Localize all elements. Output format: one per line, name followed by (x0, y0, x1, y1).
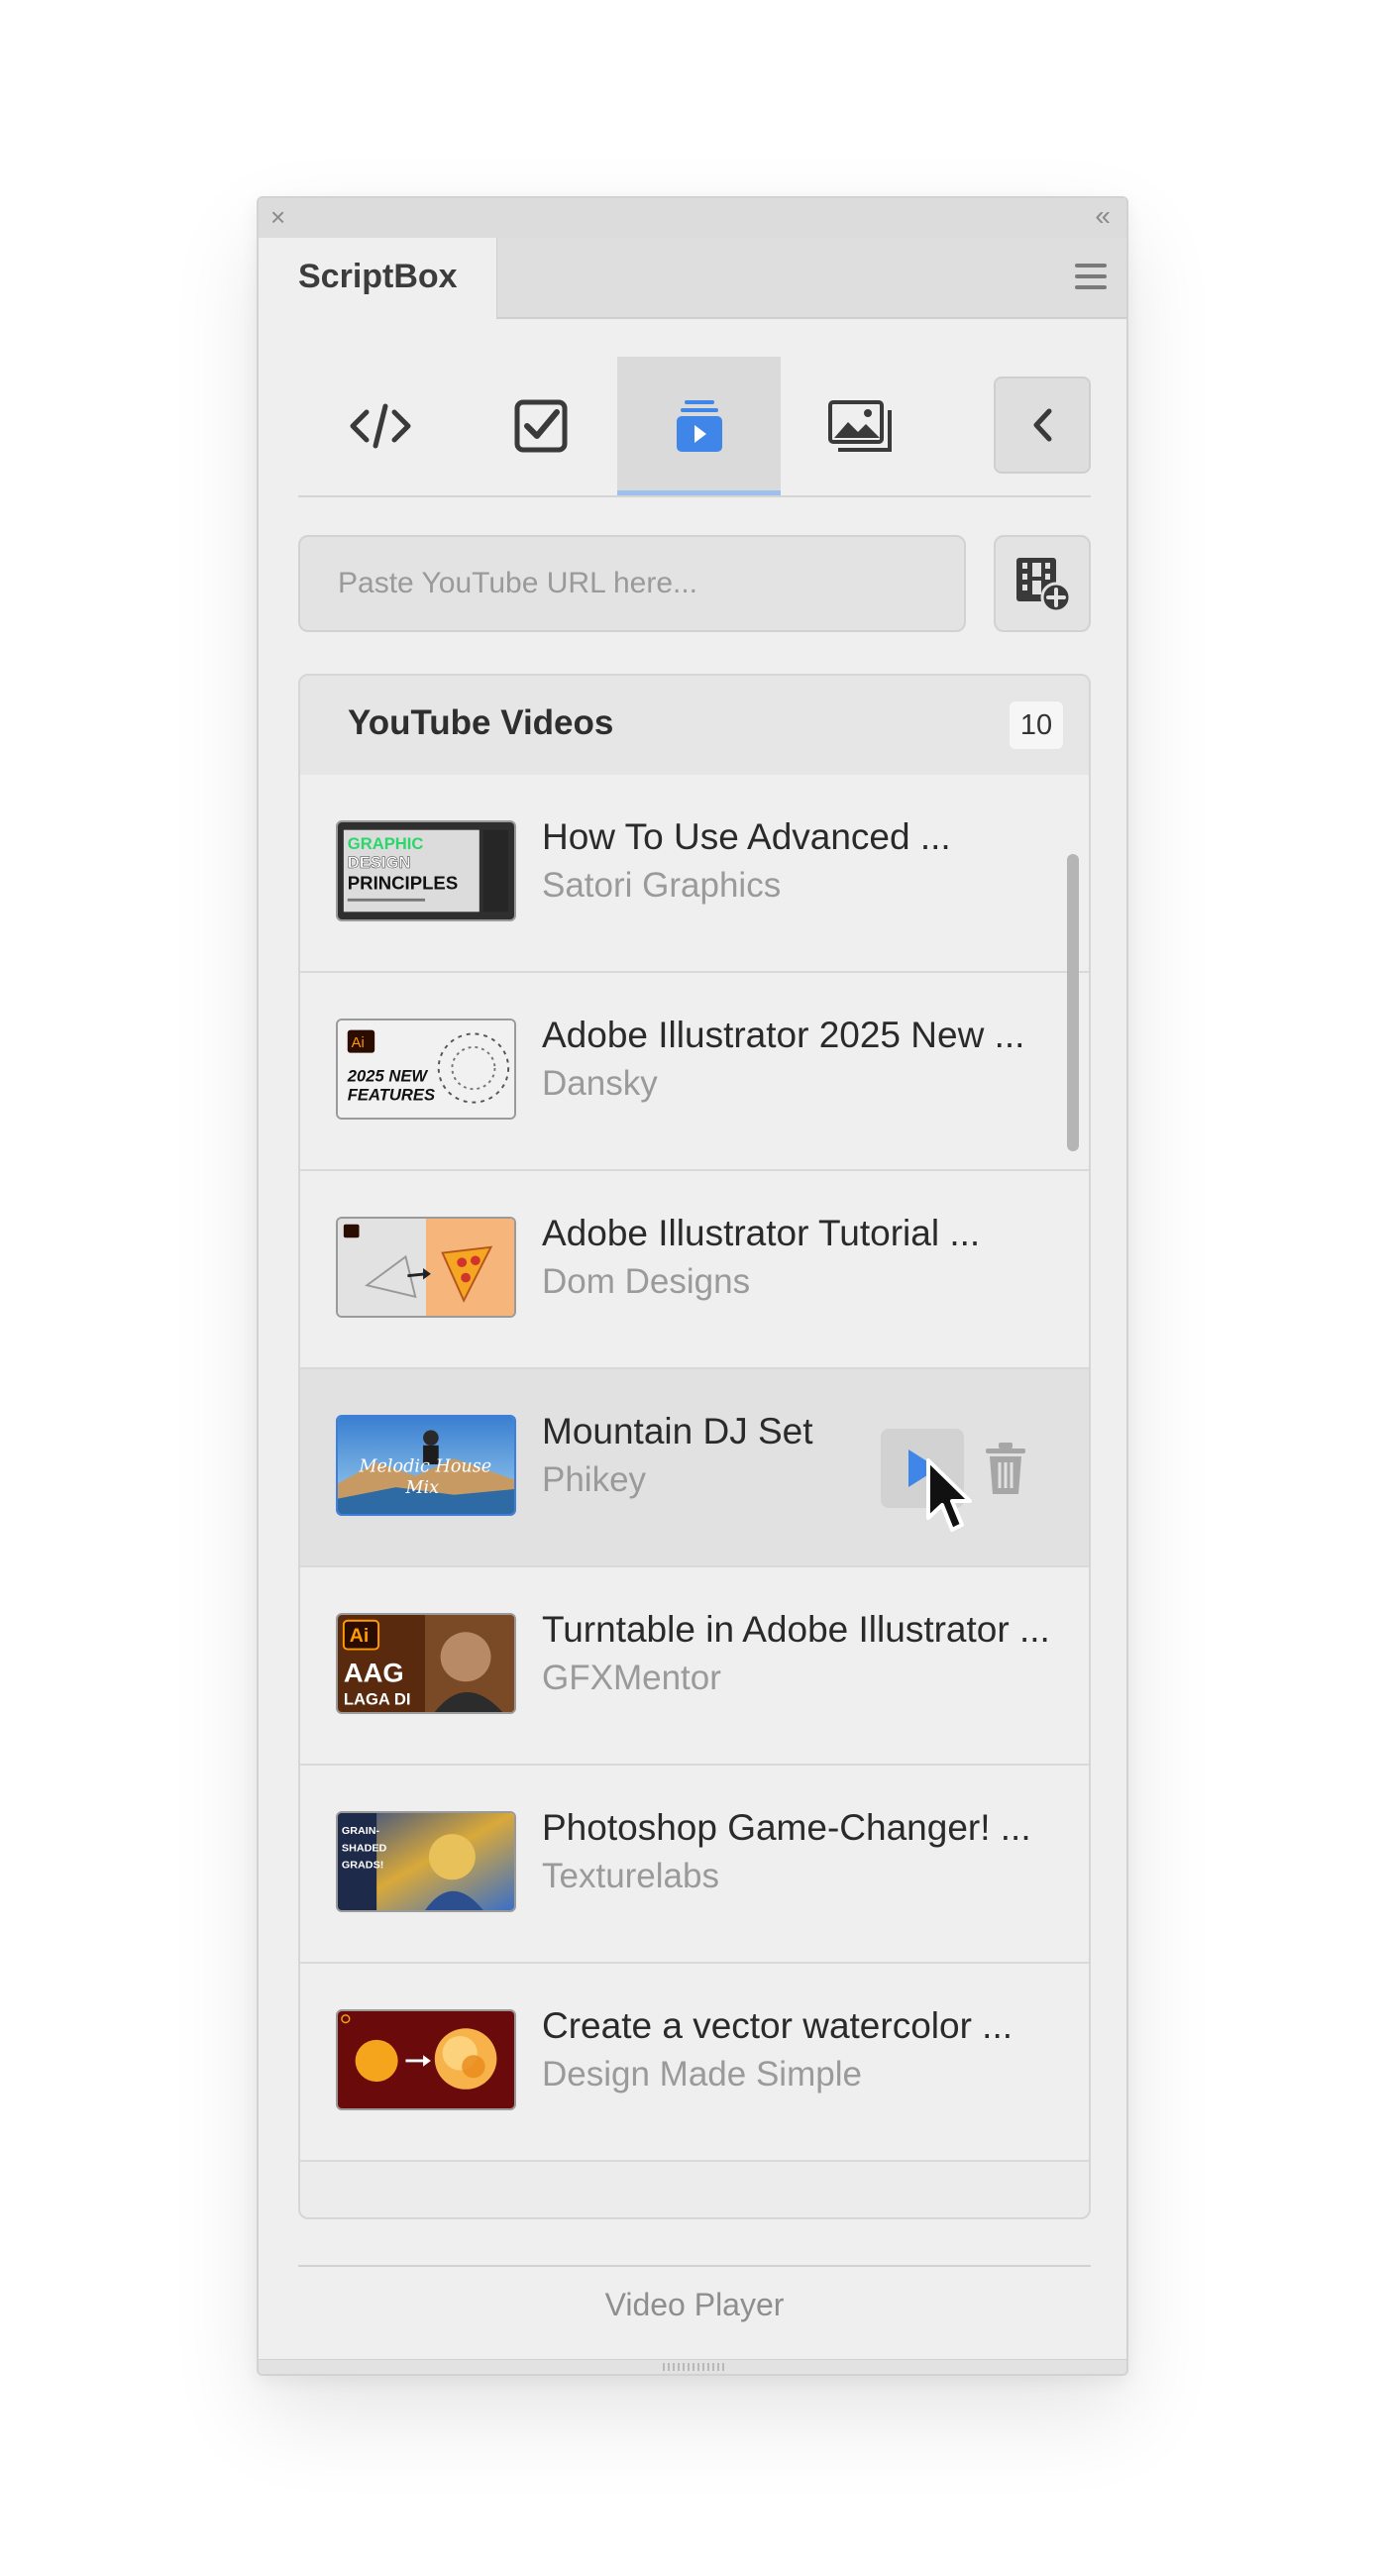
video-thumbnail: Melodic House Mix (336, 1415, 516, 1516)
svg-text:DESIGN: DESIGN (348, 854, 411, 872)
svg-text:AAG: AAG (344, 1657, 404, 1687)
tool-code[interactable] (298, 357, 462, 495)
svg-text:SHADED: SHADED (342, 1843, 387, 1855)
panel-tab-row: ScriptBox (259, 238, 1126, 319)
collapse-icon[interactable]: « (1095, 200, 1111, 232)
video-title: Create a vector watercolor ... (542, 2005, 1014, 2046)
add-video-button[interactable] (994, 535, 1091, 632)
svg-text:Melodic House: Melodic House (359, 1457, 492, 1477)
video-author: Dom Designs (542, 1262, 751, 1301)
svg-text:LAGA DI: LAGA DI (344, 1690, 411, 1708)
video-item[interactable]: Melodic House Mix Mountain DJ Set Phikey (300, 1369, 1089, 1567)
svg-text:Mix: Mix (404, 1478, 439, 1498)
video-item[interactable]: Ai AAG LAGA DI Turntable in Adobe Illust… (300, 1567, 1089, 1766)
youtube-url-input[interactable] (298, 535, 966, 632)
svg-text:Ai: Ai (350, 1625, 370, 1647)
tool-images[interactable] (778, 357, 941, 495)
video-title: How To Use Advanced ... (542, 816, 951, 857)
video-list-header: YouTube Videos 10 (300, 676, 1089, 775)
video-title: Photoshop Game-Changer! ... (542, 1807, 1031, 1848)
video-thumbnail: Ai 2025 NEW FEATURES (336, 1019, 516, 1120)
video-author: Design Made Simple (542, 2055, 862, 2093)
video-item[interactable]: Ai 2025 NEW FEATURES Adobe Illustrator 2… (300, 973, 1089, 1171)
video-player-label: Video Player (604, 2287, 785, 2322)
video-thumbnail: GRAIN- SHADED GRADS! (336, 1811, 516, 1912)
video-thumbnail (336, 2009, 516, 2110)
image-icon (827, 400, 892, 452)
svg-text:Ai: Ai (352, 1035, 365, 1051)
trash-icon (986, 1443, 1025, 1494)
svg-text:FEATURES: FEATURES (348, 1087, 435, 1105)
back-button[interactable] (994, 376, 1091, 474)
scriptbox-panel: × « ScriptBox Paste YouTube URL here... … (257, 196, 1128, 2376)
tool-videos[interactable] (617, 357, 781, 495)
video-author: Satori Graphics (542, 866, 782, 905)
tab-scriptbox-label: ScriptBox (298, 258, 458, 295)
video-count-badge: 10 (1010, 701, 1063, 749)
mode-toolbar (298, 357, 1091, 495)
video-thumbnail: Ai AAG LAGA DI (336, 1613, 516, 1714)
video-thumbnail: GRAPHIC DESIGN PRINCIPLES (336, 820, 516, 921)
svg-text:GRADS!: GRADS! (342, 1860, 383, 1872)
svg-text:2025 NEW: 2025 NEW (347, 1068, 429, 1086)
video-item[interactable]: Create a vector watercolor ... Design Ma… (300, 1964, 1089, 2162)
video-title: Adobe Illustrator 2025 New ... (542, 1015, 1025, 1055)
mouse-cursor-icon (926, 1458, 972, 1532)
video-item[interactable]: GRAPHIC DESIGN PRINCIPLES How To Use Adv… (300, 775, 1089, 973)
checkbox-icon (514, 399, 567, 453)
toolbar-divider (298, 495, 1091, 497)
video-title: Mountain DJ Set (542, 1411, 813, 1451)
tab-scriptbox[interactable]: ScriptBox (259, 238, 497, 319)
chevron-left-icon (1033, 408, 1052, 442)
video-list: YouTube Videos 10 GRAPHIC DESIGN PRINCIP… (298, 674, 1091, 2219)
video-author: Phikey (542, 1460, 647, 1499)
video-author: Dansky (542, 1064, 658, 1103)
svg-text:GRAIN-: GRAIN- (342, 1825, 380, 1837)
list-scrollbar[interactable] (1067, 854, 1079, 1151)
video-title: Turntable in Adobe Illustrator ... (542, 1609, 1050, 1650)
menu-icon[interactable] (1075, 264, 1107, 296)
svg-text:PRINCIPLES: PRINCIPLES (348, 872, 458, 893)
delete-button[interactable] (982, 1441, 1029, 1496)
resize-grip[interactable] (259, 2359, 1126, 2374)
video-author: GFXMentor (542, 1659, 721, 1697)
video-list-title: YouTube Videos (348, 703, 614, 742)
film-add-icon (1016, 558, 1072, 613)
svg-text:GRAPHIC: GRAPHIC (348, 835, 424, 853)
video-item[interactable]: GRAIN- SHADED GRADS! Photoshop Game-Chan… (300, 1766, 1089, 1964)
video-thumbnail (336, 1217, 516, 1318)
close-icon[interactable]: × (270, 202, 285, 232)
video-title: Adobe Illustrator Tutorial ... (542, 1213, 981, 1253)
tool-checklist[interactable] (459, 357, 622, 495)
code-icon (350, 403, 410, 449)
video-stack-icon (676, 400, 722, 452)
video-item[interactable]: Adobe Illustrator Tutorial ... Dom Desig… (300, 1171, 1089, 1369)
video-items: GRAPHIC DESIGN PRINCIPLES How To Use Adv… (300, 775, 1089, 2162)
panel-titlebar: × « (259, 198, 1126, 239)
video-author: Texturelabs (542, 1857, 719, 1895)
footer-divider (298, 2265, 1091, 2267)
